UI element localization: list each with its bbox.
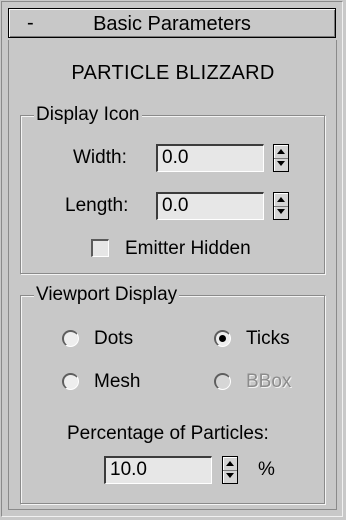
- width-spin-up-icon[interactable]: [274, 145, 288, 159]
- percentage-label: Percentage of Particles:: [67, 423, 269, 444]
- percentage-spin-down-icon[interactable]: [223, 470, 237, 483]
- display-icon-group-label: Display Icon: [34, 104, 142, 126]
- panel-inner-edge-left: [8, 40, 9, 510]
- length-label: Length:: [65, 195, 129, 216]
- radio-mesh-label[interactable]: Mesh: [94, 371, 140, 393]
- percentage-spin-up-icon[interactable]: [223, 457, 237, 471]
- radio-ticks[interactable]: [214, 330, 231, 347]
- rollout-title: Basic Parameters: [93, 13, 251, 35]
- length-spinner[interactable]: [273, 192, 289, 220]
- width-spinner[interactable]: [273, 144, 289, 172]
- percentage-unit: %: [258, 459, 275, 480]
- radio-bbox: [214, 373, 231, 390]
- rollout-header-basic-parameters[interactable]: - Basic Parameters: [8, 8, 336, 38]
- length-spin-up-icon[interactable]: [274, 193, 288, 207]
- radio-dots[interactable]: [62, 330, 79, 347]
- width-label: Width:: [73, 147, 127, 168]
- percentage-input[interactable]: 10.0: [104, 456, 212, 484]
- viewport-display-group-label: Viewport Display: [34, 284, 180, 306]
- panel-inner-edge-right: [336, 40, 337, 510]
- radio-ticks-label[interactable]: Ticks: [246, 328, 290, 350]
- emitter-hidden-checkbox[interactable]: [91, 239, 109, 257]
- panel-inner-edge-bottom: [8, 509, 337, 510]
- plugin-title: PARTICLE BLIZZARD: [71, 62, 275, 84]
- width-input[interactable]: 0.0: [156, 144, 264, 172]
- radio-bbox-label: BBox: [246, 371, 292, 392]
- width-spin-down-icon[interactable]: [274, 158, 288, 171]
- radio-ticks-selected-dot: [219, 335, 226, 342]
- radio-dots-label[interactable]: Dots: [94, 328, 133, 350]
- radio-mesh[interactable]: [62, 373, 79, 390]
- length-spin-down-icon[interactable]: [274, 206, 288, 219]
- emitter-hidden-label[interactable]: Emitter Hidden: [125, 238, 251, 260]
- length-input[interactable]: 0.0: [156, 192, 264, 220]
- percentage-spinner[interactable]: [222, 456, 238, 484]
